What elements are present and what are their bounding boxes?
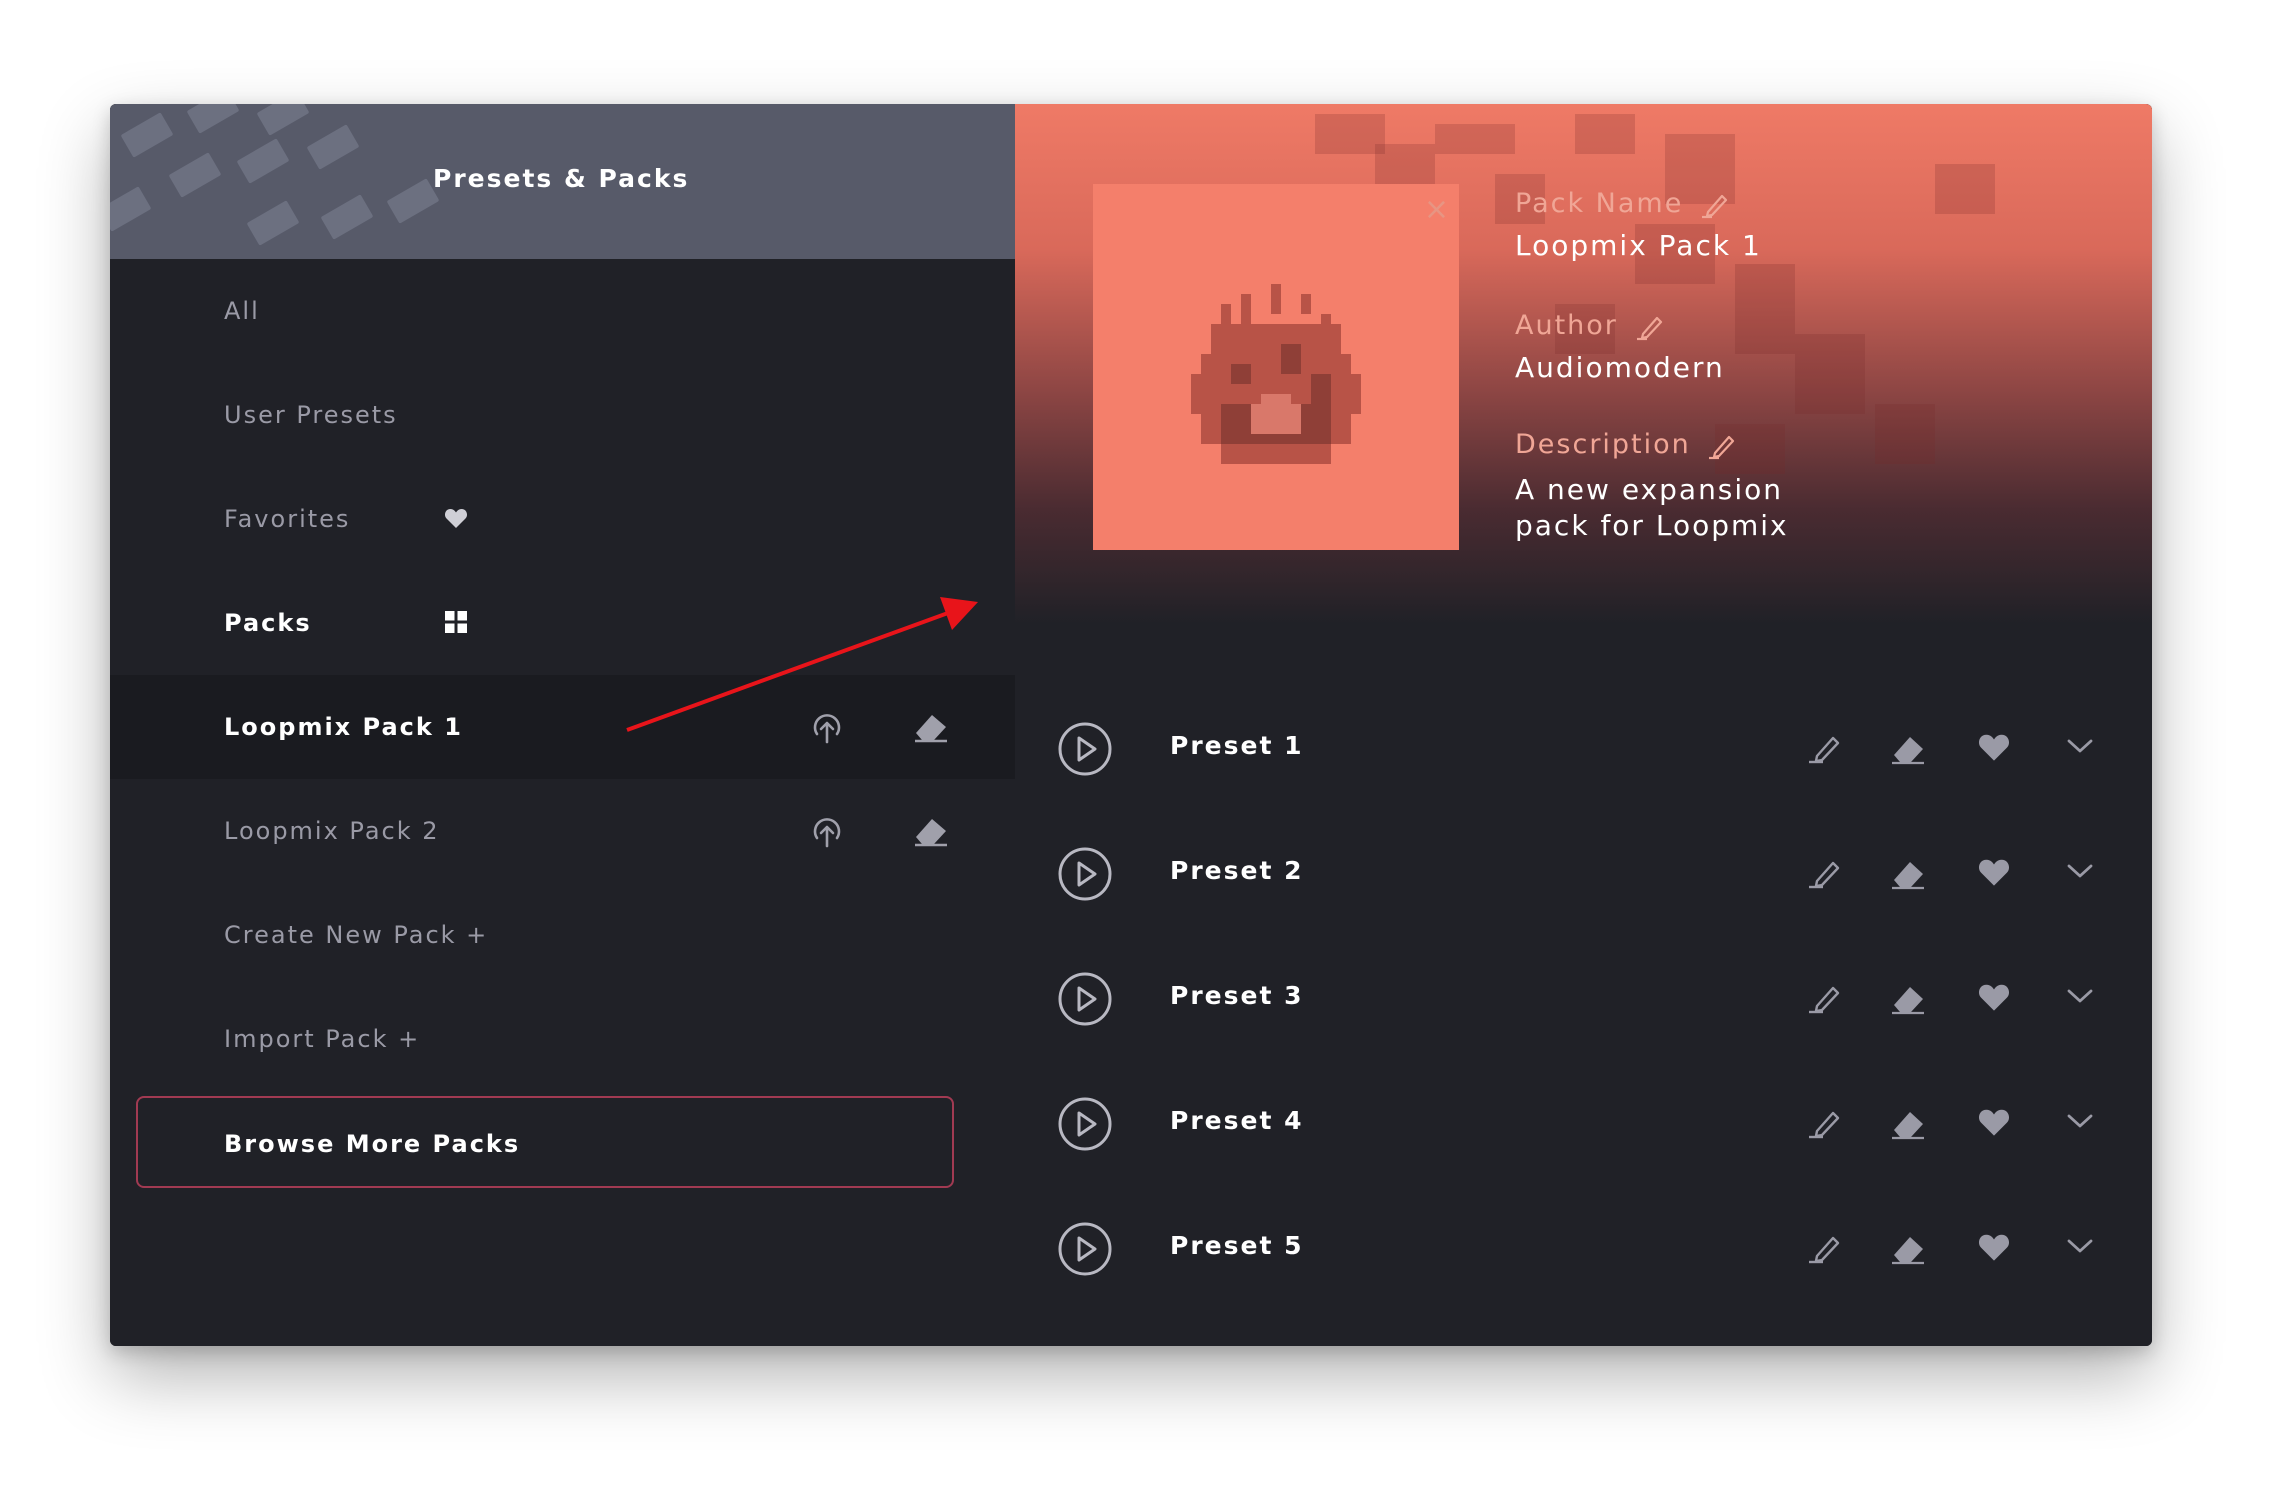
- pencil-icon[interactable]: [1707, 432, 1737, 460]
- preset-row[interactable]: Preset 5: [1015, 1186, 2152, 1311]
- close-icon[interactable]: ×: [1424, 192, 1449, 227]
- heart-icon[interactable]: [1977, 857, 2011, 887]
- presets-window: Presets & Packs All User Presets Favorit…: [110, 104, 2152, 1346]
- sidebar-header: Presets & Packs: [110, 104, 1015, 259]
- pencil-icon[interactable]: [1805, 730, 1845, 766]
- pack-cover-art[interactable]: ×: [1093, 184, 1459, 550]
- nav-item-label: Import Pack +: [224, 1025, 421, 1053]
- eraser-icon[interactable]: [1888, 1105, 1928, 1141]
- pencil-icon[interactable]: [1635, 313, 1665, 341]
- eraser-icon[interactable]: [912, 813, 950, 847]
- preset-row[interactable]: Preset 3: [1015, 936, 2152, 1061]
- pack-item-loopmix-1[interactable]: Loopmix Pack 1: [110, 675, 1015, 779]
- pack-detail-panel: × Pack Name Loopmix Pack 1 Author Audiom…: [1015, 104, 2152, 1346]
- description-label-text: Description: [1515, 429, 1691, 460]
- upload-icon[interactable]: [810, 813, 844, 849]
- author-label-text: Author: [1515, 310, 1618, 341]
- nav-item-label: All: [224, 297, 260, 325]
- pencil-icon[interactable]: [1805, 855, 1845, 891]
- heart-icon[interactable]: [1977, 732, 2011, 762]
- preset-name: Preset 1: [1170, 731, 1304, 760]
- heart-icon[interactable]: [1977, 1232, 2011, 1262]
- preset-row[interactable]: Preset 2: [1015, 811, 2152, 936]
- import-pack-button[interactable]: Import Pack +: [110, 987, 1015, 1091]
- fire-icon: [1191, 284, 1361, 464]
- pack-name-value: Loopmix Pack 1: [1515, 229, 1762, 262]
- eraser-icon[interactable]: [1888, 1230, 1928, 1266]
- preset-name: Preset 3: [1170, 981, 1304, 1010]
- preset-name: Preset 5: [1170, 1231, 1304, 1260]
- eraser-icon[interactable]: [1888, 855, 1928, 891]
- nav-item-label: Favorites: [224, 505, 351, 533]
- nav-item-packs[interactable]: Packs: [110, 571, 1015, 675]
- nav-item-label: Packs: [224, 609, 312, 637]
- pencil-icon[interactable]: [1805, 1230, 1845, 1266]
- pack-name-label-text: Pack Name: [1515, 188, 1684, 219]
- description-line-1: A new expansion: [1515, 473, 1784, 506]
- pack-header: × Pack Name Loopmix Pack 1 Author Audiom…: [1015, 104, 2152, 624]
- heart-icon[interactable]: [1977, 1107, 2011, 1137]
- preset-name: Preset 2: [1170, 856, 1304, 885]
- chevron-down-icon[interactable]: [2065, 1236, 2095, 1256]
- preset-name: Preset 4: [1170, 1106, 1304, 1135]
- nav-item-user-presets[interactable]: User Presets: [110, 363, 1015, 467]
- heart-icon[interactable]: [1977, 982, 2011, 1012]
- pencil-icon[interactable]: [1805, 1105, 1845, 1141]
- chevron-down-icon[interactable]: [2065, 986, 2095, 1006]
- play-icon[interactable]: [1057, 1221, 1113, 1277]
- nav-item-label: Create New Pack +: [224, 921, 489, 949]
- pack-item-loopmix-2[interactable]: Loopmix Pack 2: [110, 779, 1015, 883]
- chevron-down-icon[interactable]: [2065, 861, 2095, 881]
- chevron-down-icon[interactable]: [2065, 1111, 2095, 1131]
- pack-item-label: Loopmix Pack 1: [224, 713, 463, 741]
- description-label: Description: [1515, 429, 1737, 460]
- play-icon[interactable]: [1057, 1096, 1113, 1152]
- grid-icon: [445, 611, 467, 633]
- author-label: Author: [1515, 310, 1665, 341]
- nav-item-label: User Presets: [224, 401, 398, 429]
- nav-item-favorites[interactable]: Favorites: [110, 467, 1015, 571]
- browse-more-packs-button[interactable]: Browse More Packs: [136, 1096, 954, 1188]
- preset-row[interactable]: Preset 4: [1015, 1061, 2152, 1186]
- chevron-down-icon[interactable]: [2065, 736, 2095, 756]
- description-line-2: pack for Loopmix: [1515, 509, 1789, 542]
- upload-icon[interactable]: [810, 709, 844, 745]
- play-icon[interactable]: [1057, 846, 1113, 902]
- pencil-icon[interactable]: [1805, 980, 1845, 1016]
- pack-item-label: Loopmix Pack 2: [224, 817, 440, 845]
- heart-icon: [444, 509, 468, 528]
- sidebar: Presets & Packs All User Presets Favorit…: [110, 104, 1015, 1346]
- eraser-icon[interactable]: [1888, 730, 1928, 766]
- pencil-icon[interactable]: [1700, 191, 1730, 219]
- preset-row[interactable]: Preset 1: [1015, 686, 2152, 811]
- play-icon[interactable]: [1057, 721, 1113, 777]
- browse-button-label: Browse More Packs: [224, 1130, 521, 1158]
- eraser-icon[interactable]: [912, 709, 950, 743]
- pack-name-label: Pack Name: [1515, 188, 1730, 219]
- author-value: Audiomodern: [1515, 351, 1725, 384]
- create-new-pack-button[interactable]: Create New Pack +: [110, 883, 1015, 987]
- nav-item-all[interactable]: All: [110, 259, 1015, 363]
- eraser-icon[interactable]: [1888, 980, 1928, 1016]
- sidebar-title: Presets & Packs: [433, 164, 690, 193]
- play-icon[interactable]: [1057, 971, 1113, 1027]
